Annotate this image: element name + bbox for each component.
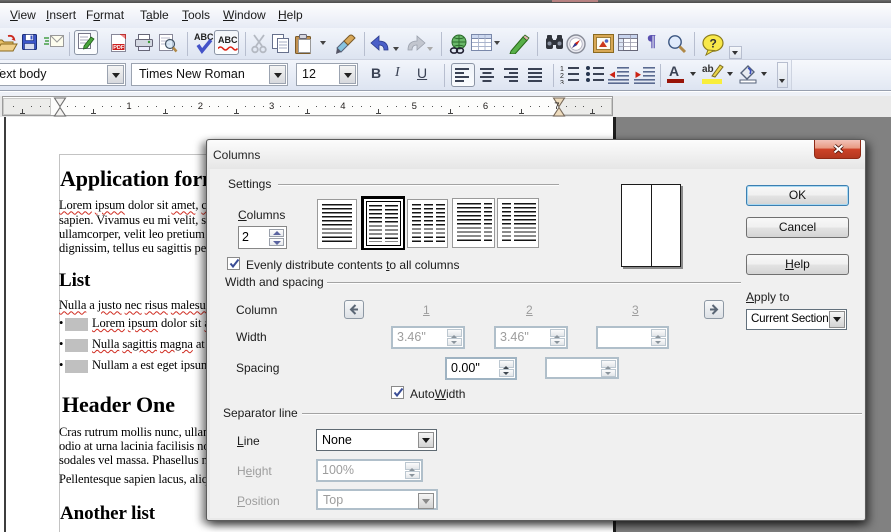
svg-text:PDF: PDF xyxy=(113,45,125,51)
svg-text:1: 1 xyxy=(560,66,564,73)
svg-text:2: 2 xyxy=(560,73,564,80)
svg-text:3: 3 xyxy=(560,80,564,84)
svg-text:?: ? xyxy=(710,37,717,51)
svg-text:ABC: ABC xyxy=(218,35,238,45)
